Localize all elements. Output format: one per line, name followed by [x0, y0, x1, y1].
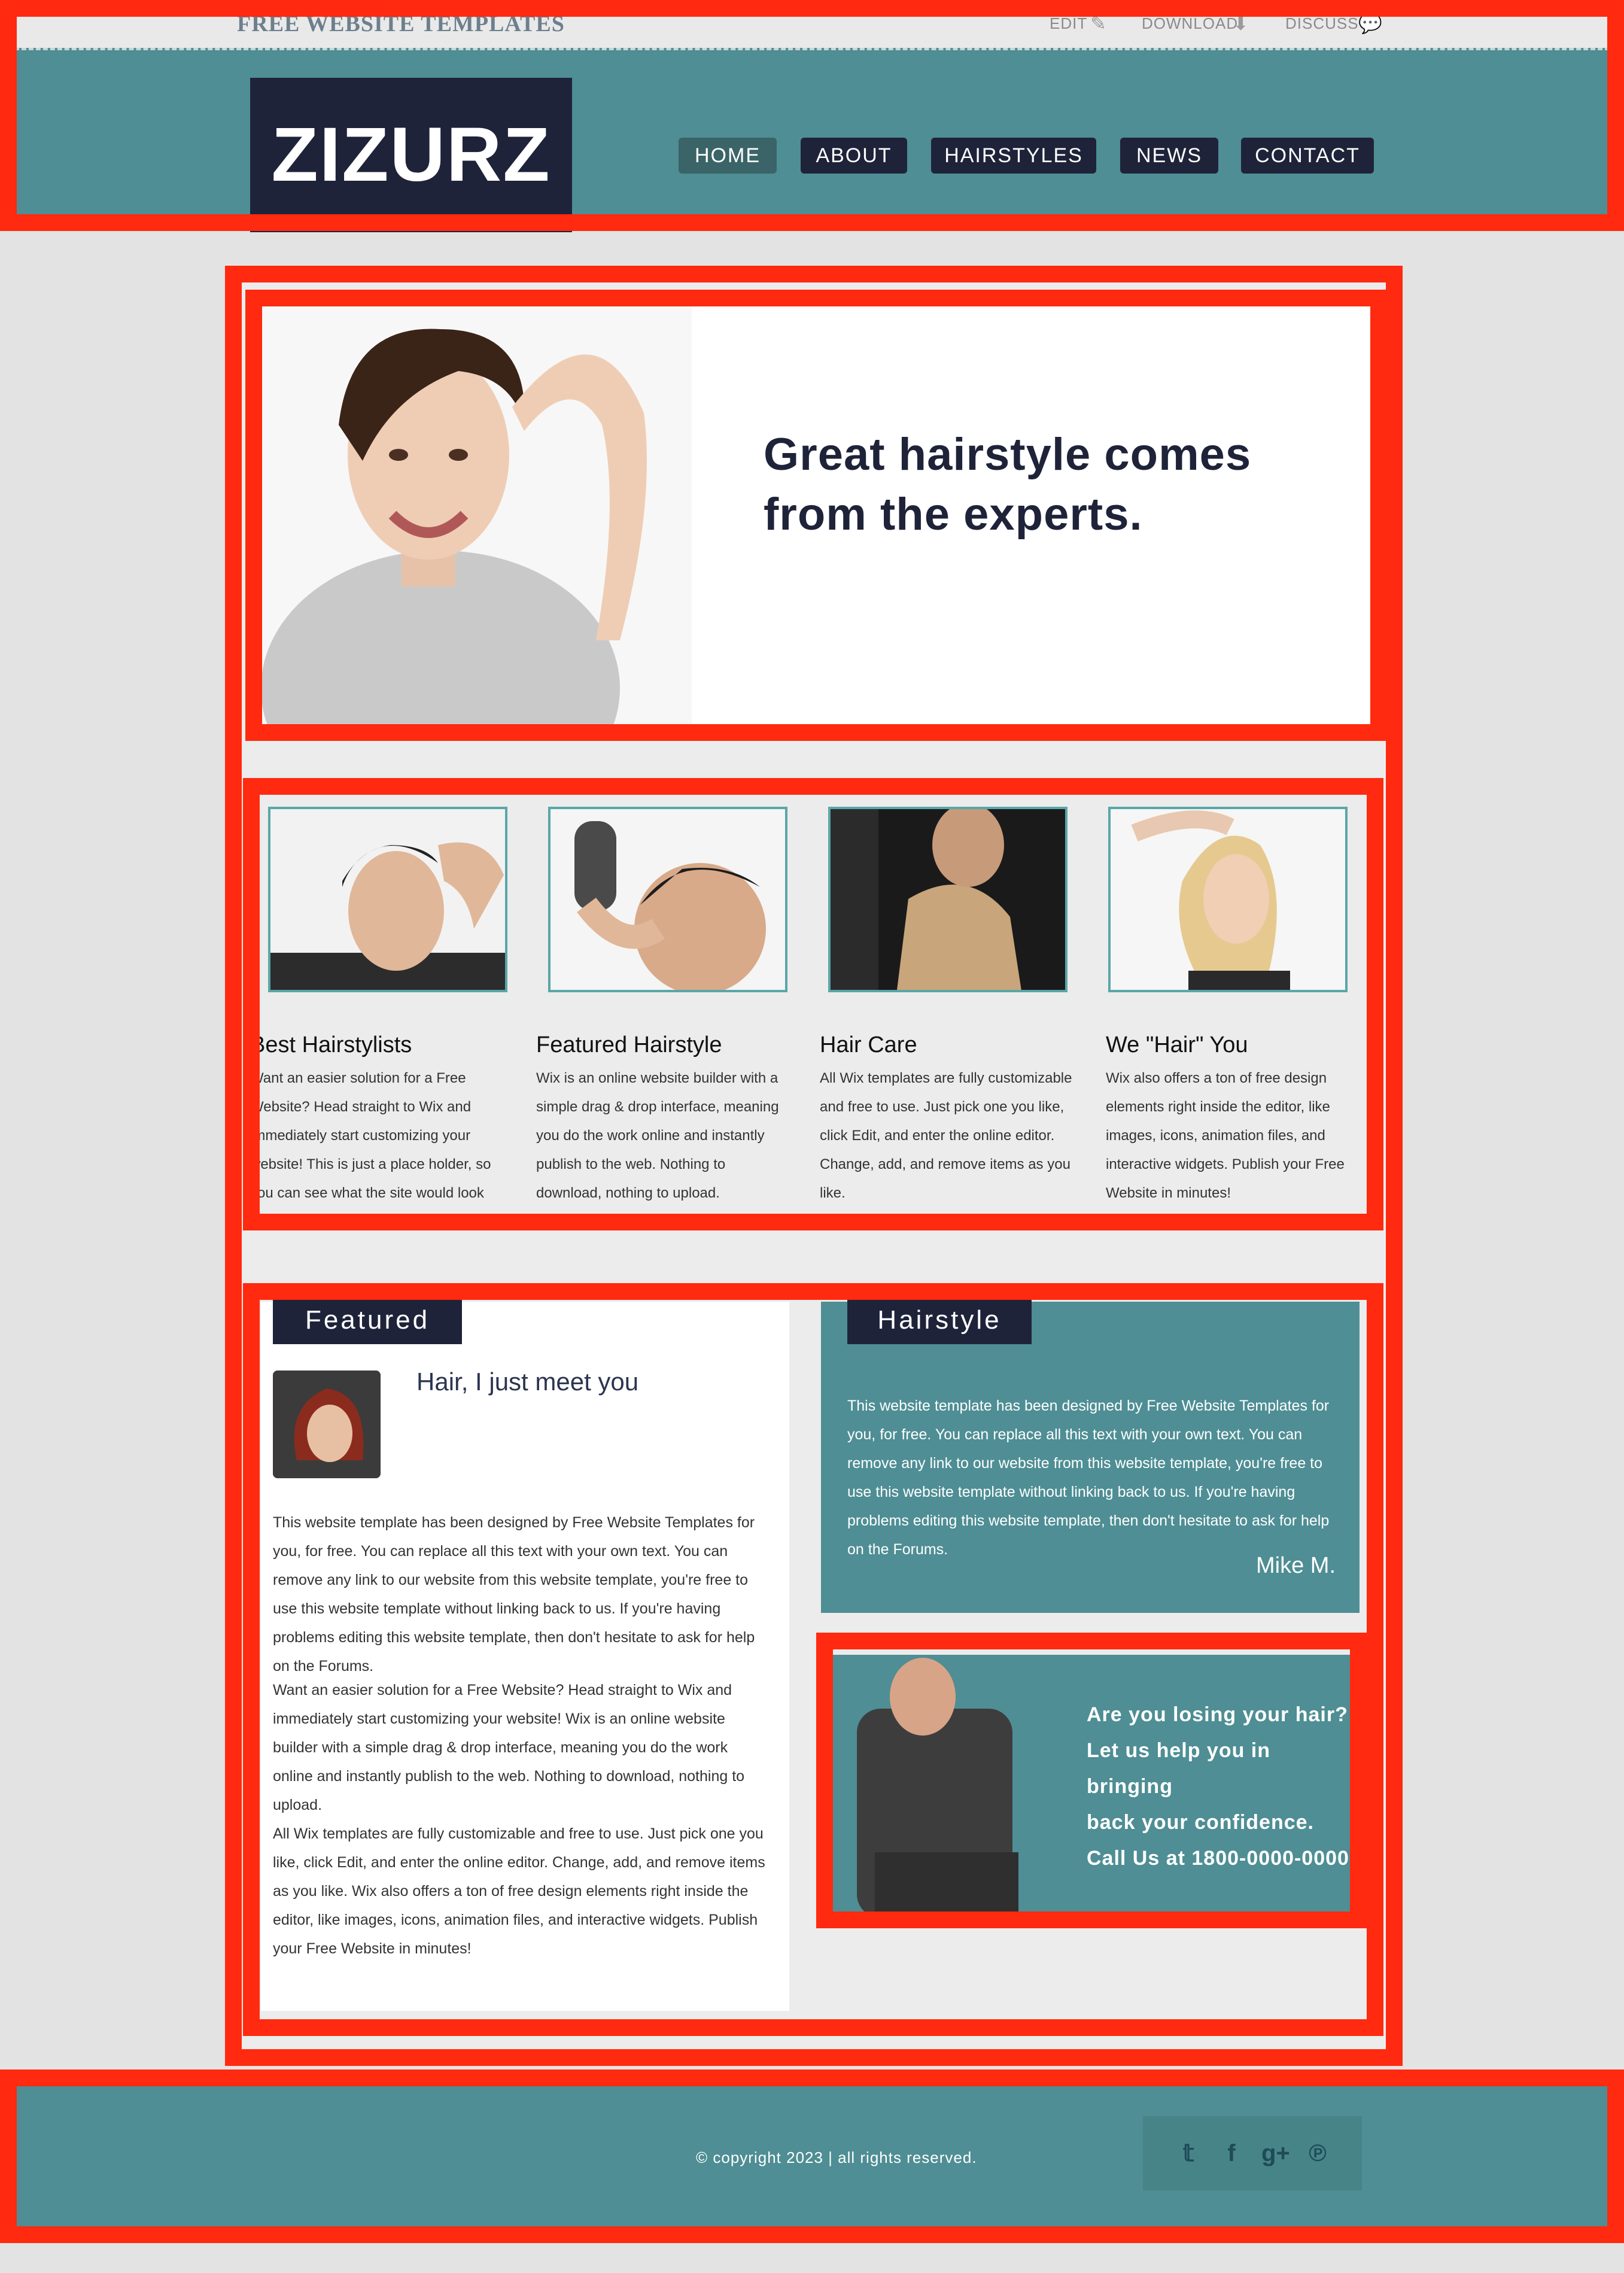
highlight-promo — [816, 1633, 1367, 1928]
highlight-footer — [0, 2070, 1624, 2243]
highlight-header — [0, 0, 1624, 231]
highlight-columns — [243, 778, 1383, 1230]
highlight-banner — [245, 290, 1387, 741]
